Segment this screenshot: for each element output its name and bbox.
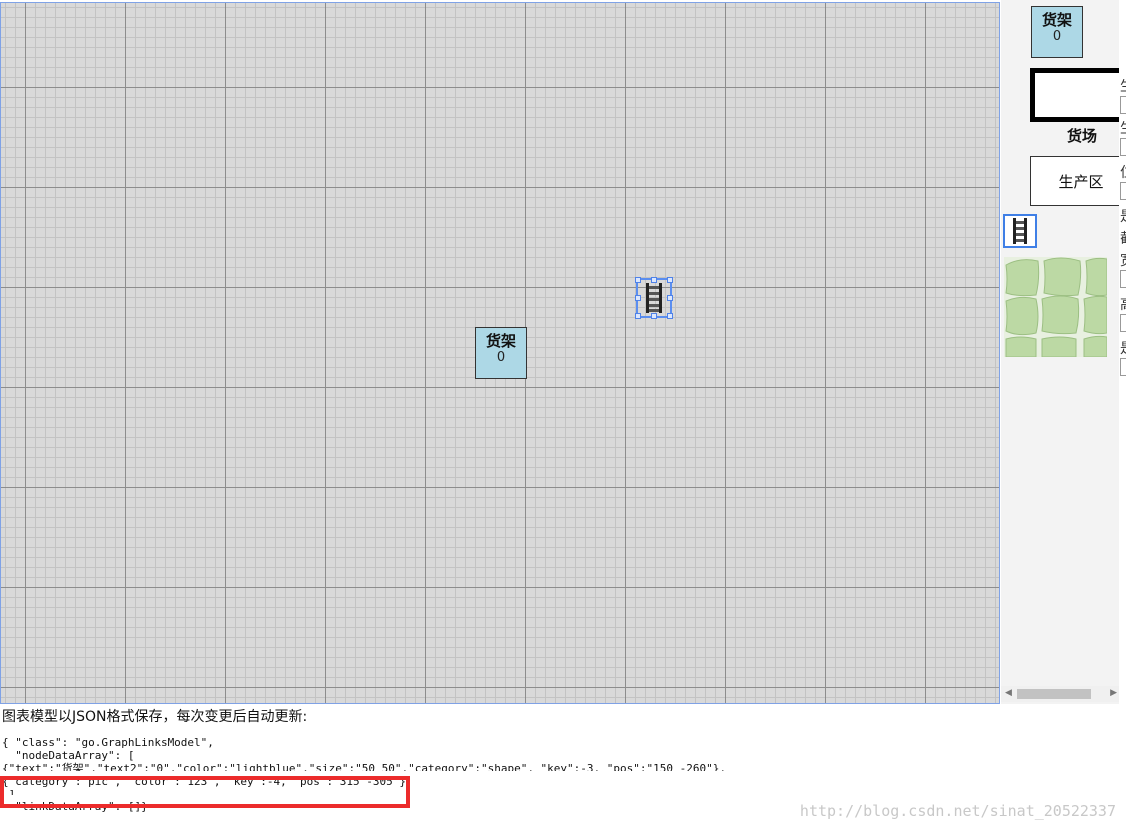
prop-label-4: 是 [1120, 206, 1126, 226]
prop-label-3: 位 [1120, 162, 1126, 182]
scrollbar-thumb[interactable] [1017, 689, 1091, 699]
resize-handle-mr[interactable] [667, 295, 673, 301]
prop-input-3[interactable] [1120, 182, 1126, 200]
scroll-right-arrow-icon[interactable]: ▶ [1110, 688, 1117, 698]
palette-rack-item[interactable]: 货架 0 [1031, 6, 1083, 58]
resize-handle-br[interactable] [667, 313, 673, 319]
palette-horizontal-scrollbar[interactable]: ◀ ▶ [1001, 686, 1121, 702]
rack-node-count: 0 [496, 350, 506, 365]
highlight-box [0, 776, 410, 808]
prop-input-5[interactable] [1120, 314, 1126, 332]
palette-rack-count: 0 [1052, 29, 1062, 44]
palette-ladder-item[interactable] [1003, 214, 1037, 248]
prop-label-1: 生 [1120, 76, 1126, 96]
prop-label-5: 截 [1120, 228, 1126, 248]
prop-label-7: 高 [1120, 294, 1126, 314]
selected-ladder-node[interactable] [635, 277, 673, 319]
palette-grass-tile[interactable] [1004, 257, 1107, 357]
prop-label-6: 宽 [1120, 250, 1126, 270]
prop-input-1[interactable] [1120, 96, 1126, 114]
resize-handle-tl[interactable] [635, 277, 641, 283]
model-caption: 图表模型以JSON格式保存，每次变更后自动更新: [2, 709, 308, 725]
palette-yard-label: 货场 [1067, 127, 1098, 145]
diagram-canvas[interactable]: 货架 0 [0, 2, 1000, 704]
rack-node-title: 货架 [485, 332, 516, 350]
prop-input-6[interactable] [1120, 358, 1126, 376]
resize-handle-tr[interactable] [667, 277, 673, 283]
watermark: http://blog.csdn.net/sinat_20522337 [799, 802, 1116, 820]
prop-label-2: 生 [1120, 118, 1126, 138]
grass-texture-icon [1004, 257, 1107, 357]
resize-handle-tm[interactable] [651, 277, 657, 283]
json-line-1: { "class": "go.GraphLinksModel", [2, 736, 214, 749]
prop-input-4[interactable] [1120, 270, 1126, 288]
properties-panel: 生 生 位 是 截 宽 高 是 [1119, 0, 1126, 704]
resize-handle-bl[interactable] [635, 313, 641, 319]
ladder-icon [646, 283, 662, 313]
palette-yard-item[interactable] [1030, 68, 1126, 122]
prop-input-2[interactable] [1120, 138, 1126, 156]
rack-node[interactable]: 货架 0 [475, 327, 527, 379]
scroll-left-arrow-icon[interactable]: ◀ [1005, 688, 1012, 698]
palette-production-item[interactable]: 生产区 [1030, 156, 1126, 206]
json-line-3: {"text":"货架","text2":"0","color":"lightb… [2, 762, 726, 771]
json-line-2: "nodeDataArray": [ [2, 749, 135, 762]
ladder-icon [1013, 218, 1027, 244]
prop-label-8: 是 [1120, 338, 1126, 358]
palette-production-label: 生产区 [1058, 173, 1104, 191]
resize-handle-bm[interactable] [651, 313, 657, 319]
palette-rack-title: 货架 [1041, 11, 1072, 29]
palette-panel: 货架 0 货场 生产区 [1001, 0, 1126, 704]
resize-handle-ml[interactable] [635, 295, 641, 301]
